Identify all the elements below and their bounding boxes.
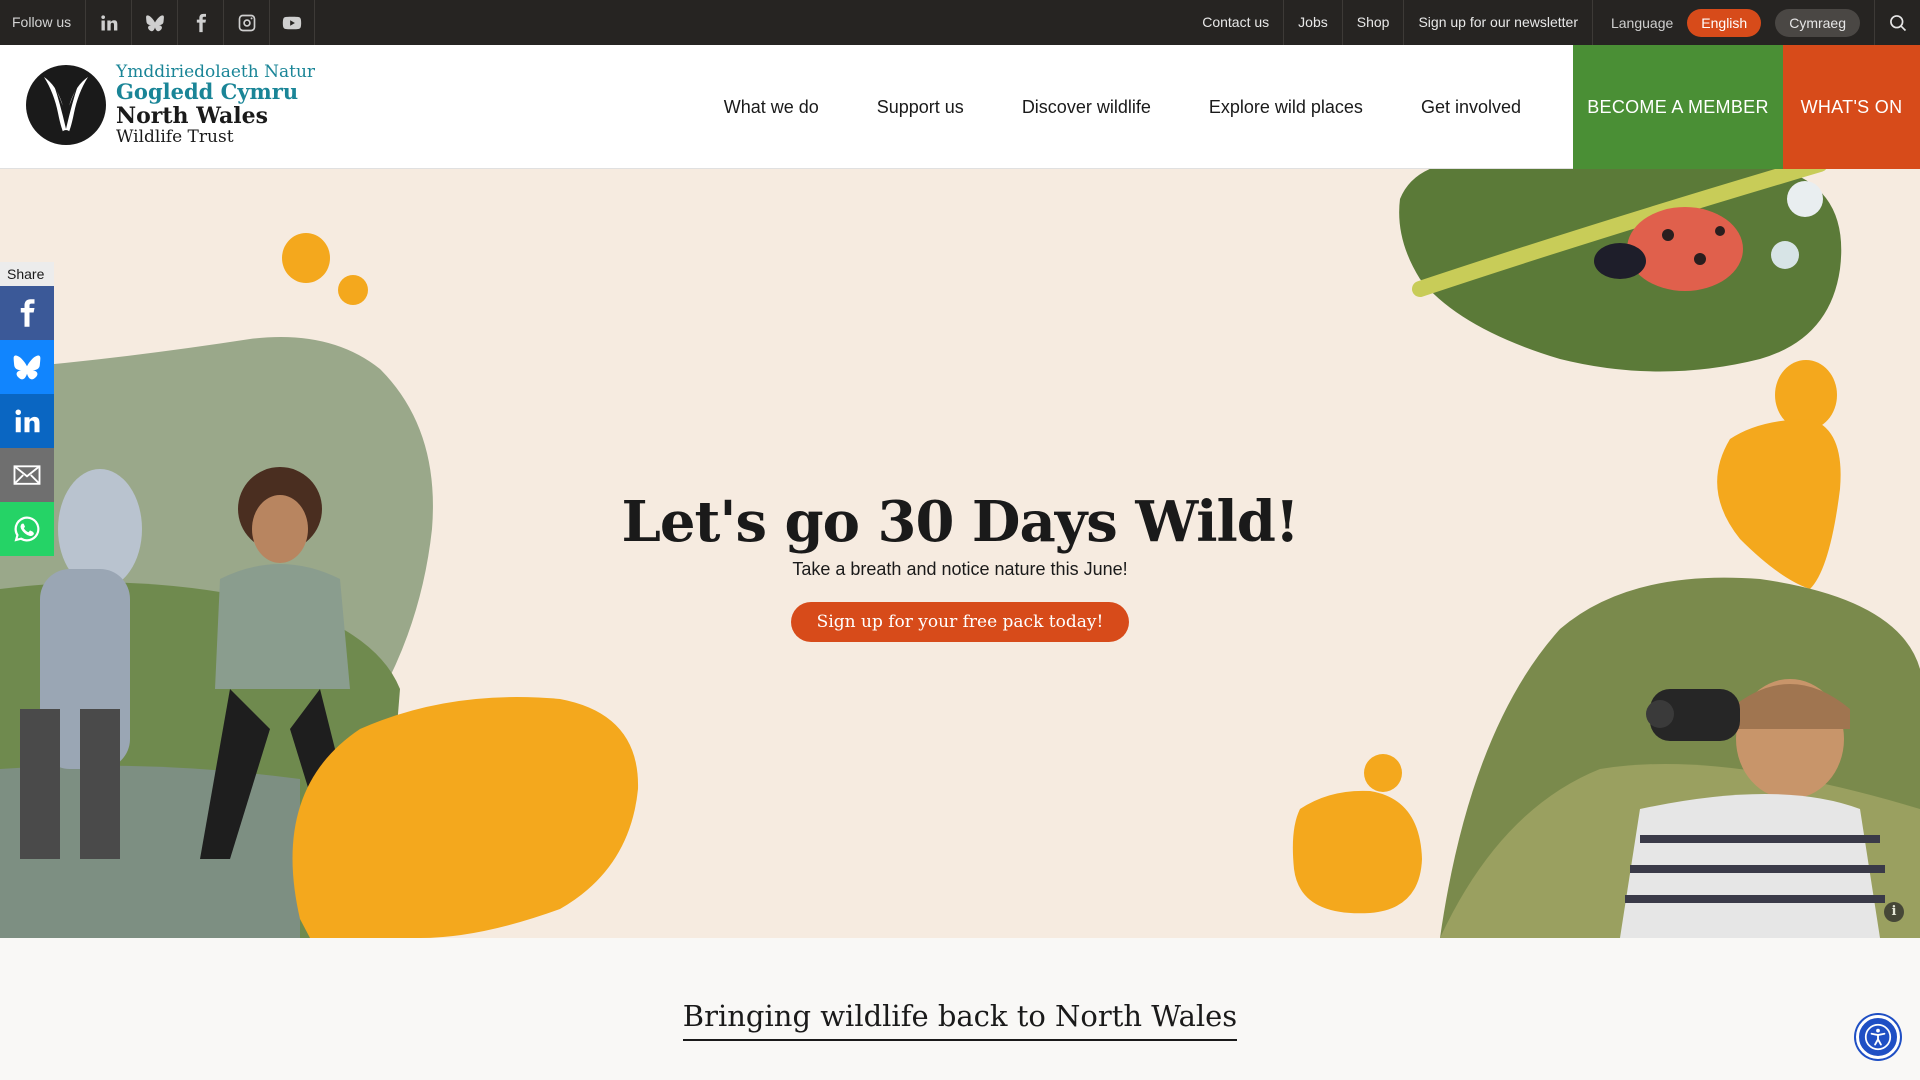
logo-welsh-line2: Gogledd Cymru xyxy=(116,79,299,105)
hero-title: Let's go 30 Days Wild! xyxy=(621,489,1299,555)
facebook-link[interactable] xyxy=(177,0,223,45)
language-label: Language xyxy=(1610,14,1674,31)
linkedin-icon xyxy=(100,14,117,30)
whats-on-button[interactable]: WHAT'S ON xyxy=(1783,45,1920,169)
youtube-link[interactable] xyxy=(269,0,316,45)
sign-up-pack-button[interactable]: Sign up for your free pack today! xyxy=(791,602,1129,642)
site-header: Ymddiriedolaeth Natur Gogledd Cymru Nort… xyxy=(0,45,1920,169)
hero-banner: Let's go 30 Days Wild! Take a breath and… xyxy=(0,169,1920,938)
bluesky-icon xyxy=(13,355,41,380)
whatsapp-icon xyxy=(14,516,40,542)
language-cymraeg-button[interactable]: Cymraeg xyxy=(1775,8,1860,37)
utility-links: Contact us Jobs Shop Sign up for our new… xyxy=(1188,0,1920,45)
share-whatsapp-button[interactable] xyxy=(0,502,54,556)
logo-english-line2: Wildlife Trust xyxy=(116,126,234,147)
top-bar: Follow us Contact us Jobs Shop Sign up f… xyxy=(0,0,1920,45)
nav-get-involved[interactable]: Get involved xyxy=(1392,97,1550,118)
section-title: Bringing wildlife back to North Wales xyxy=(682,999,1238,1041)
newsletter-link[interactable]: Sign up for our newsletter xyxy=(1404,0,1593,45)
youtube-icon xyxy=(282,16,302,29)
share-email-button[interactable] xyxy=(0,448,54,502)
section-title-wrap: Bringing wildlife back to North Wales xyxy=(0,999,1920,1041)
ladybird-photo xyxy=(1399,169,1842,372)
nav-support-us[interactable]: Support us xyxy=(848,97,993,118)
image-info-icon[interactable]: i xyxy=(1884,902,1904,922)
share-facebook-button[interactable] xyxy=(0,286,54,340)
social-links xyxy=(85,0,316,45)
accessibility-icon xyxy=(1864,1023,1892,1051)
instagram-link[interactable] xyxy=(223,0,269,45)
nav-explore-wild-places[interactable]: Explore wild places xyxy=(1180,97,1392,118)
facebook-icon xyxy=(196,13,206,32)
linkedin-link[interactable] xyxy=(85,0,131,45)
follow-us-label: Follow us xyxy=(12,14,72,30)
instagram-icon xyxy=(238,14,255,31)
site-logo[interactable]: Ymddiriedolaeth Natur Gogledd Cymru Nort… xyxy=(24,63,315,147)
share-label: Share xyxy=(0,262,54,286)
accessibility-button[interactable] xyxy=(1856,1015,1900,1059)
search-icon xyxy=(1889,14,1906,31)
logo-english-line1: North Wales xyxy=(116,103,268,130)
share-linkedin-button[interactable] xyxy=(0,394,54,448)
email-icon xyxy=(13,465,41,485)
linkedin-icon xyxy=(15,409,40,433)
facebook-icon xyxy=(20,299,35,327)
language-english-button[interactable]: English xyxy=(1687,8,1762,37)
share-bluesky-button[interactable] xyxy=(0,340,54,394)
main-nav: What we do Support us Discover wildlife … xyxy=(695,45,1550,169)
shop-link[interactable]: Shop xyxy=(1343,0,1405,45)
nav-what-we-do[interactable]: What we do xyxy=(695,97,848,118)
bluesky-icon xyxy=(145,14,164,31)
become-a-member-button[interactable]: BECOME A MEMBER xyxy=(1573,45,1783,169)
share-sidebar: Share xyxy=(0,262,54,556)
binoculars-photo xyxy=(1440,577,1920,938)
contact-us-link[interactable]: Contact us xyxy=(1188,0,1285,45)
search-button[interactable] xyxy=(1874,0,1920,45)
bluesky-link[interactable] xyxy=(131,0,177,45)
jobs-link[interactable]: Jobs xyxy=(1284,0,1343,45)
badger-logo-icon xyxy=(26,65,106,145)
nav-discover-wildlife[interactable]: Discover wildlife xyxy=(993,97,1180,118)
intro-section: Bringing wildlife back to North Wales xyxy=(0,938,1920,1080)
hero-subtitle: Take a breath and notice nature this Jun… xyxy=(792,559,1128,579)
logo-text: Ymddiriedolaeth Natur Gogledd Cymru Nort… xyxy=(116,63,315,147)
